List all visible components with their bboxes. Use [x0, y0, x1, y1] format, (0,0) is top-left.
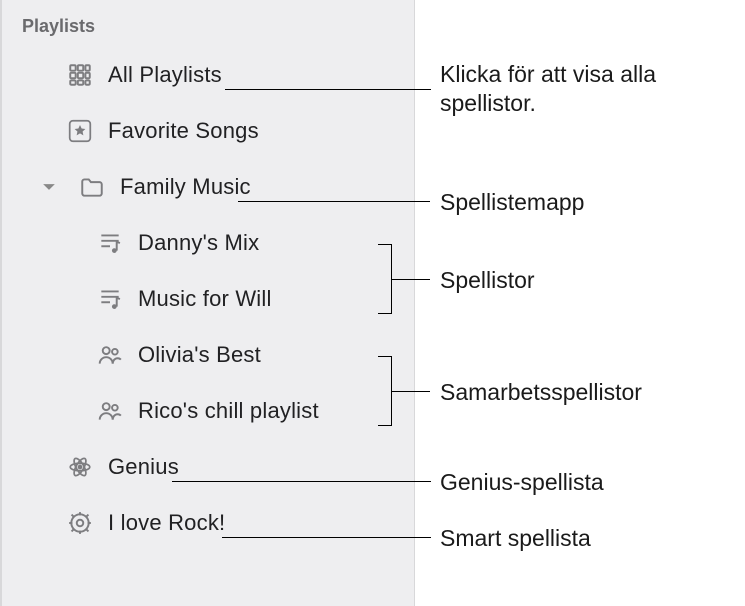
sidebar-item-label: Genius: [108, 454, 179, 480]
sidebar-item-label: Favorite Songs: [108, 118, 259, 144]
sidebar-item-label: All Playlists: [108, 62, 222, 88]
playlist-icon: [96, 285, 124, 313]
star-icon: [66, 117, 94, 145]
annotation-all-playlists: Klicka för att visa alla spellistor.: [440, 60, 680, 119]
sidebar-item-genius[interactable]: Genius: [2, 439, 414, 495]
sidebar-item-label: Family Music: [120, 174, 251, 200]
sidebar-item-i-love-rock[interactable]: I love Rock!: [2, 495, 414, 551]
sidebar-item-favorite-songs[interactable]: Favorite Songs: [2, 103, 414, 159]
sidebar-item-olivias-best[interactable]: Olivia's Best: [2, 327, 414, 383]
sidebar-item-label: Olivia's Best: [138, 342, 261, 368]
gear-icon: [66, 509, 94, 537]
annotation-genius: Genius-spellista: [440, 468, 604, 497]
playlists-sidebar: Playlists All Playlists Favorite Songs: [0, 0, 415, 606]
people-icon: [96, 397, 124, 425]
grid-icon: [66, 61, 94, 89]
playlist-icon: [96, 229, 124, 257]
callout-line: [392, 391, 430, 392]
sidebar-item-music-for-will[interactable]: Music for Will: [2, 271, 414, 327]
callout-line: [172, 481, 431, 482]
people-icon: [96, 341, 124, 369]
callout-line: [238, 201, 430, 202]
bracket: [378, 244, 392, 314]
sidebar-item-label: I love Rock!: [108, 510, 225, 536]
annotation-collaborative: Samarbetsspellistor: [440, 378, 642, 407]
callout-line: [225, 89, 431, 90]
annotation-folder: Spellistemapp: [440, 188, 584, 217]
sidebar-item-label: Danny's Mix: [138, 230, 259, 256]
annotation-playlists: Spellistor: [440, 266, 535, 295]
annotation-smart: Smart spellista: [440, 524, 591, 553]
sidebar-item-label: Music for Will: [138, 286, 272, 312]
chevron-down-icon[interactable]: [40, 178, 58, 196]
genius-icon: [66, 453, 94, 481]
section-header: Playlists: [2, 12, 414, 47]
sidebar-item-all-playlists[interactable]: All Playlists: [2, 47, 414, 103]
sidebar-item-label: Rico's chill playlist: [138, 398, 319, 424]
callout-line: [392, 279, 430, 280]
sidebar-item-dannys-mix[interactable]: Danny's Mix: [2, 215, 414, 271]
bracket: [378, 356, 392, 426]
sidebar-item-ricos-chill[interactable]: Rico's chill playlist: [2, 383, 414, 439]
sidebar-item-family-music[interactable]: Family Music: [2, 159, 414, 215]
callout-line: [222, 537, 431, 538]
folder-icon: [78, 173, 106, 201]
